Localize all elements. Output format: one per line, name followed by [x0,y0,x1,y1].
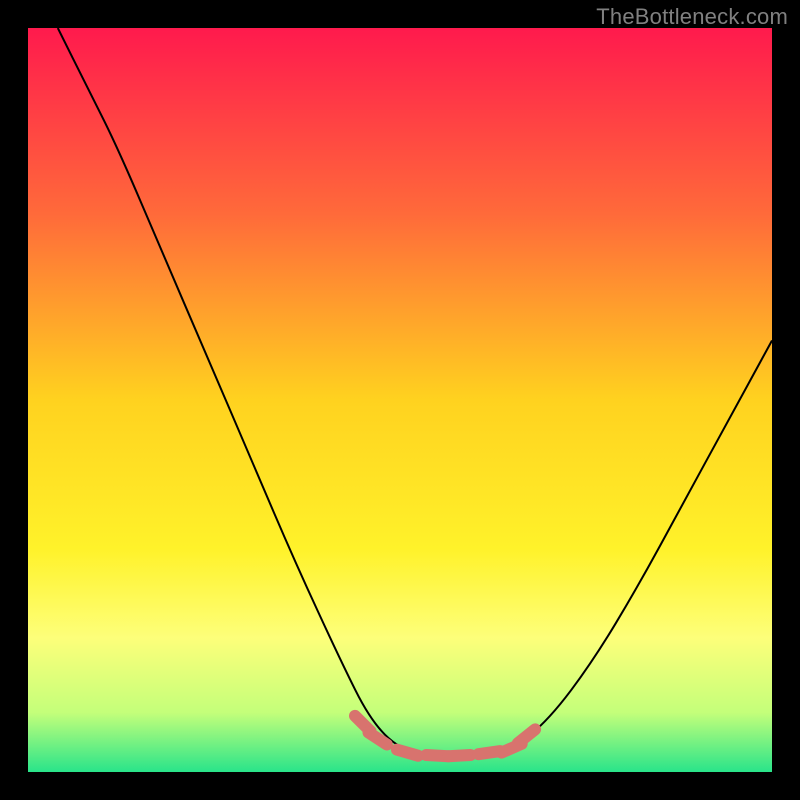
plot-area [28,28,772,772]
chart-container: TheBottleneck.com [0,0,800,800]
marker-dash [449,755,471,756]
gradient-background [28,28,772,772]
watermark-text: TheBottleneck.com [596,4,788,30]
chart-svg [28,28,772,772]
marker-dash [397,750,418,756]
